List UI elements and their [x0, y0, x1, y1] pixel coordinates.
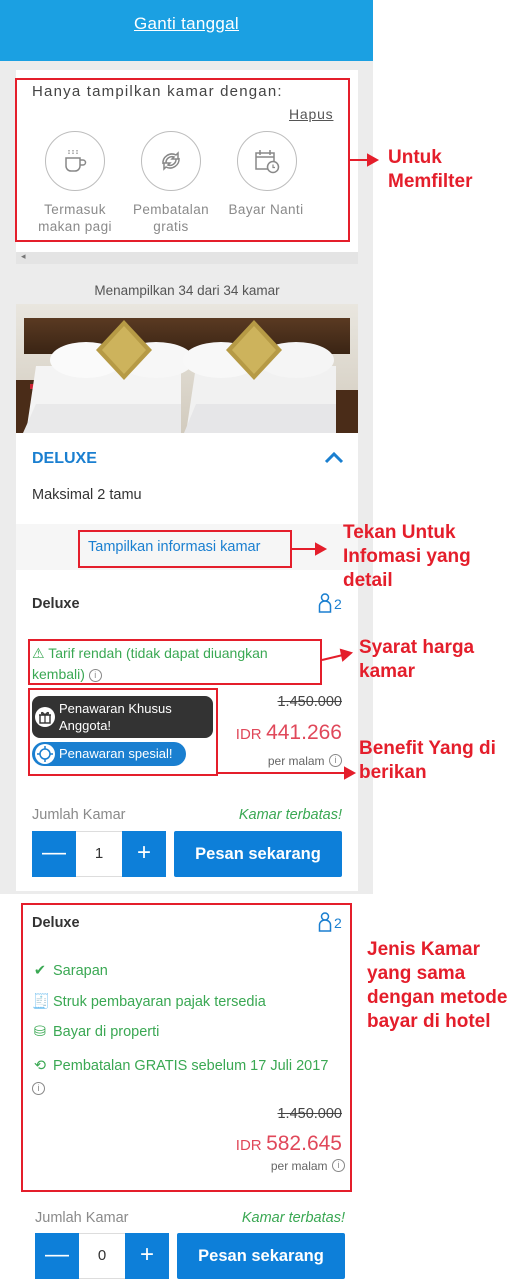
annotation-filter: Untuk Memfilter — [388, 147, 473, 192]
annotation-benefit: Benefit Yang di berikan — [359, 738, 496, 783]
annotation-same-room: Jenis Kamar yang sama dengan metode baya… — [367, 939, 508, 1032]
annotation-info: Tekan Untuk Infomasi yang detail — [343, 522, 471, 591]
annotation-rate: Syarat harga kamar — [359, 637, 475, 682]
